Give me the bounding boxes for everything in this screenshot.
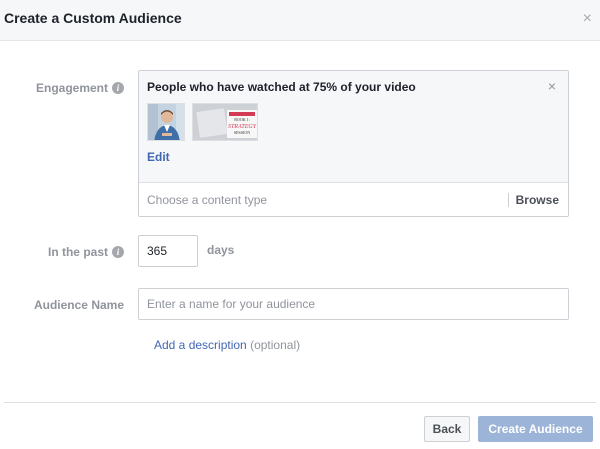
description-row: Add a description (optional) bbox=[154, 338, 300, 352]
in-the-past-label: In the past i bbox=[48, 245, 124, 259]
optional-hint: (optional) bbox=[250, 338, 301, 352]
video-thumbnail-book: BOOK 1: STRATEGY SESSION bbox=[192, 103, 258, 141]
info-icon[interactable]: i bbox=[112, 82, 124, 94]
audience-name-label: Audience Name bbox=[34, 298, 124, 312]
engagement-label-text: Engagement bbox=[35, 81, 108, 95]
book-thumbnail-image: BOOK 1: STRATEGY SESSION bbox=[193, 104, 257, 140]
content-type-row: Browse bbox=[139, 184, 568, 216]
browse-button[interactable]: Browse bbox=[516, 193, 559, 207]
engagement-label: Engagement i bbox=[36, 81, 124, 95]
engagement-selector: People who have watched at 75% of your v… bbox=[138, 70, 569, 217]
person-thumbnail-image bbox=[148, 104, 184, 140]
audience-name-input[interactable] bbox=[138, 288, 569, 320]
dialog-title: Create a Custom Audience bbox=[4, 10, 182, 26]
add-description-link[interactable]: Add a description bbox=[154, 338, 247, 352]
video-thumbnail-person bbox=[147, 103, 185, 141]
dialog-header: Create a Custom Audience × bbox=[0, 0, 600, 41]
in-the-past-label-text: In the past bbox=[47, 245, 108, 259]
create-audience-button[interactable]: Create Audience bbox=[478, 416, 593, 442]
days-input[interactable] bbox=[138, 235, 198, 267]
edit-engagement-link[interactable]: Edit bbox=[147, 150, 170, 164]
back-button[interactable]: Back bbox=[424, 416, 470, 442]
info-icon[interactable]: i bbox=[112, 246, 124, 258]
book-thumb-line3: SESSION bbox=[234, 130, 250, 135]
footer-divider bbox=[4, 402, 596, 403]
close-icon[interactable]: × bbox=[583, 11, 592, 27]
content-type-input[interactable] bbox=[139, 184, 505, 216]
selected-engagement-title: People who have watched at 75% of your v… bbox=[147, 80, 416, 94]
audience-name-label-text: Audience Name bbox=[33, 298, 124, 312]
days-unit-label: days bbox=[207, 243, 235, 257]
book-thumb-line1: BOOK 1: bbox=[234, 117, 249, 122]
selected-engagement-card: People who have watched at 75% of your v… bbox=[139, 71, 568, 183]
browse-divider bbox=[508, 193, 509, 207]
remove-engagement-icon[interactable]: × bbox=[548, 79, 556, 93]
